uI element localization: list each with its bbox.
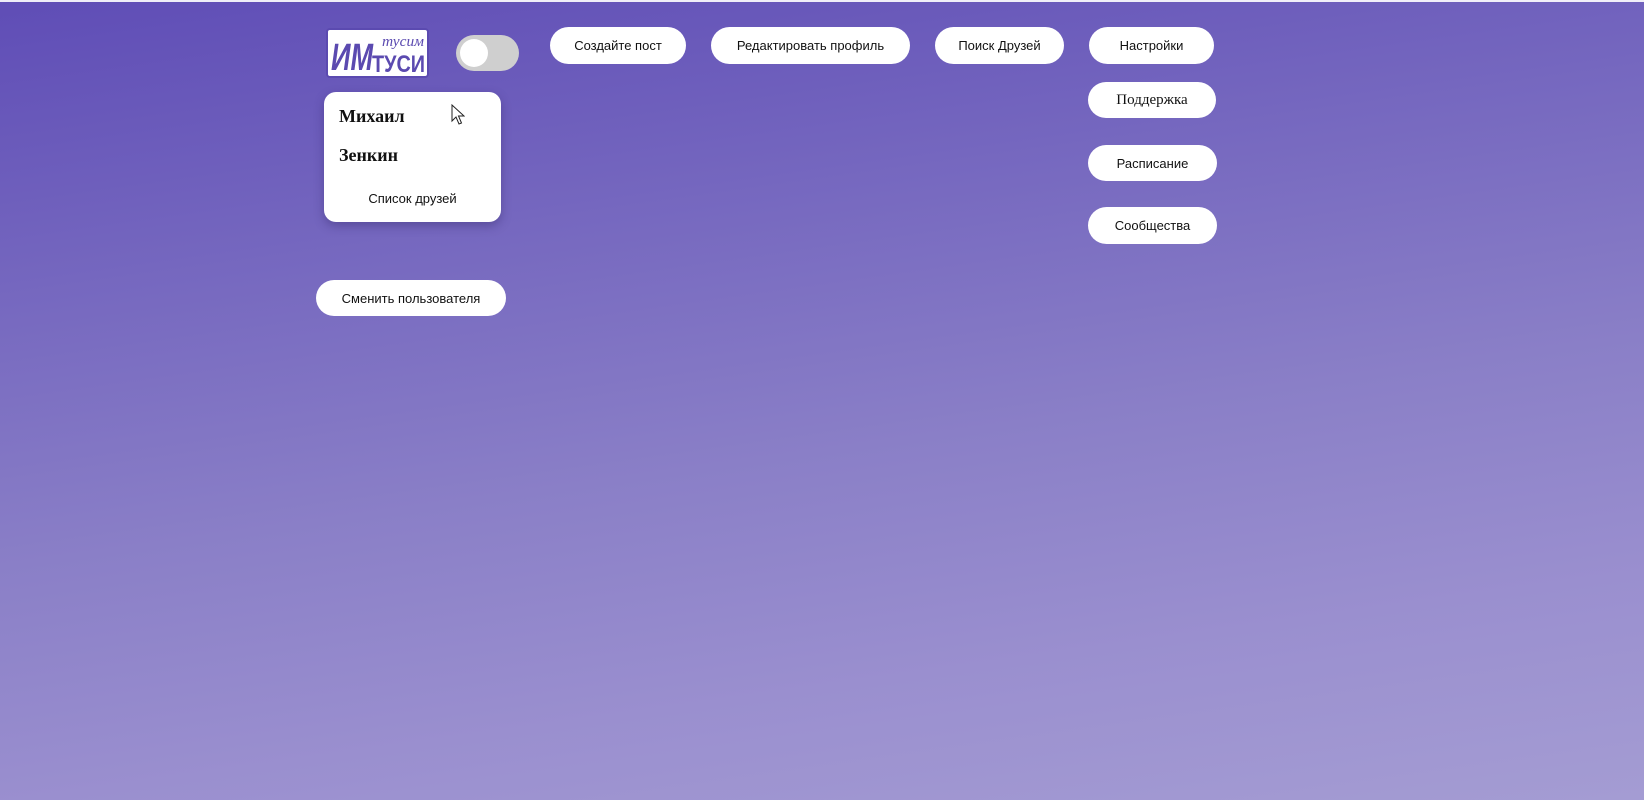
mouse-cursor-icon	[451, 103, 466, 126]
communities-button[interactable]: Сообщества	[1088, 207, 1217, 244]
profile-last-name: Зенкин	[339, 145, 398, 165]
support-button[interactable]: Поддержка	[1088, 82, 1216, 118]
logo-subtext: тусим	[382, 34, 424, 50]
logo-main-text: ТУСИ	[372, 51, 425, 78]
settings-button[interactable]: Настройки	[1089, 27, 1214, 64]
schedule-button[interactable]: Расписание	[1088, 145, 1217, 181]
create-post-button[interactable]: Создайте пост	[550, 27, 686, 64]
find-friends-button[interactable]: Поиск Друзей	[935, 27, 1064, 64]
edit-profile-button[interactable]: Редактировать профиль	[711, 27, 910, 64]
toggle-knob	[460, 39, 488, 67]
switch-user-button[interactable]: Сменить пользователя	[316, 280, 506, 316]
logo-monogram: ИМ	[331, 37, 374, 78]
theme-toggle[interactable]	[456, 35, 519, 71]
profile-card: Михаил Зенкин Список друзей	[324, 92, 501, 222]
friends-list-link[interactable]: Список друзей	[324, 191, 501, 206]
top-divider	[0, 0, 1644, 2]
profile-first-name: Михаил	[339, 106, 405, 126]
mtuci-logo[interactable]: ИМ тусим ТУСИ	[326, 28, 429, 79]
